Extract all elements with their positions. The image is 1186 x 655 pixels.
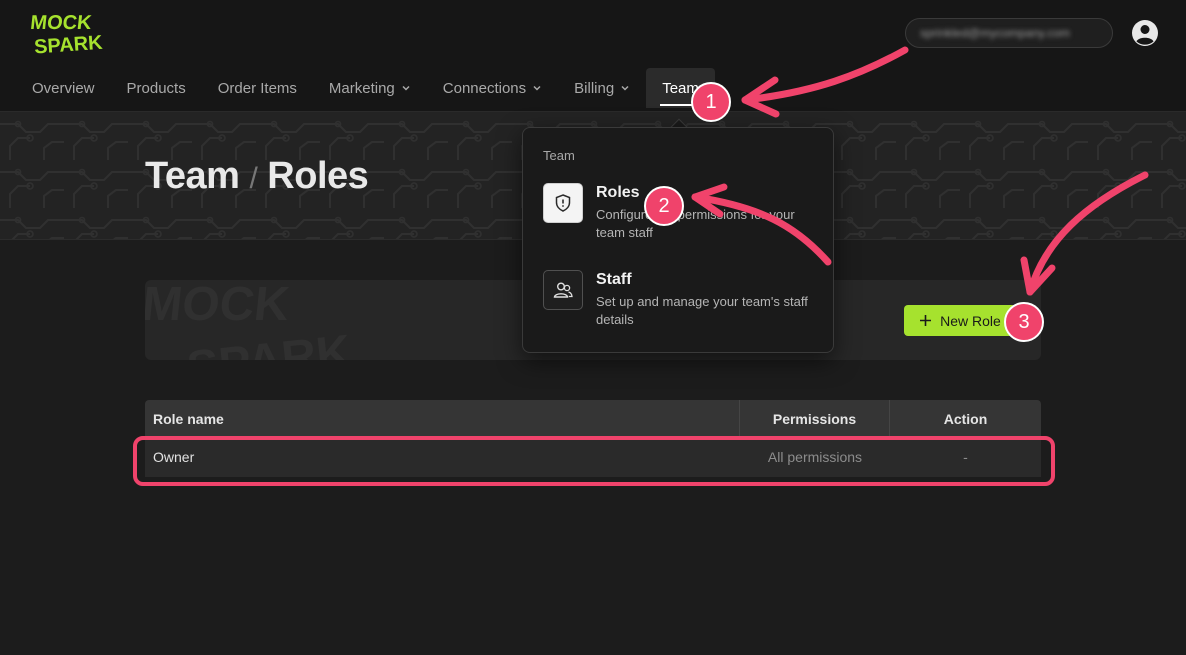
- account-selector[interactable]: sprinkled@mycompany.com: [905, 18, 1113, 48]
- nav-order-items[interactable]: Order Items: [202, 68, 313, 108]
- row-highlight-annotation: [133, 436, 1055, 486]
- logo-line-2: SPARK: [33, 32, 103, 56]
- users-icon: [543, 270, 583, 310]
- main-nav: Overview Products Order Items Marketing …: [16, 68, 715, 108]
- dropdown-item-roles[interactable]: Roles Configure the permissions for your…: [543, 183, 823, 242]
- plus-icon: [920, 315, 932, 326]
- column-header-permissions[interactable]: Permissions: [740, 400, 890, 437]
- nav-connections[interactable]: Connections: [427, 68, 558, 108]
- nav-products-label: Products: [126, 79, 186, 97]
- shield-icon: [543, 183, 583, 223]
- nav-products[interactable]: Products: [111, 68, 202, 108]
- brand-logo[interactable]: MOCK SPARK: [29, 8, 120, 58]
- nav-marketing-label: Marketing: [328, 79, 395, 97]
- chevron-down-icon: [621, 85, 629, 91]
- nav-overview[interactable]: Overview: [16, 68, 111, 108]
- table-header: Role name Permissions Action: [145, 400, 1041, 437]
- nav-billing-label: Billing: [574, 79, 615, 97]
- watermark-logo: MOCK SPARK: [145, 280, 354, 360]
- page-title: Team / Roles: [145, 155, 369, 198]
- new-role-label: New Role: [940, 312, 1001, 329]
- dropdown-item-roles-description: Configure the permissions for your team …: [596, 207, 795, 240]
- new-role-button[interactable]: New Role: [904, 305, 1016, 336]
- nav-connections-label: Connections: [442, 79, 527, 97]
- account-label: sprinkled@mycompany.com: [920, 26, 1071, 40]
- svg-text:MOCK: MOCK: [145, 280, 292, 331]
- column-header-role-name[interactable]: Role name: [145, 400, 740, 437]
- annotation-marker-2: 2: [644, 186, 684, 226]
- nav-marketing[interactable]: Marketing: [313, 68, 427, 108]
- nav-billing[interactable]: Billing: [558, 68, 646, 108]
- nav-order-items-label: Order Items: [217, 79, 297, 97]
- team-dropdown-menu: Team Roles Configure the permissions for…: [522, 127, 834, 353]
- breadcrumb-current: Roles: [267, 155, 369, 197]
- annotation-marker-3: 3: [1004, 302, 1044, 342]
- chevron-down-icon: [402, 85, 410, 91]
- logo-line-1: MOCK: [30, 12, 93, 34]
- dropdown-item-roles-title: Roles: [596, 184, 640, 201]
- top-bar: MOCK SPARK sprinkled@mycompany.com Overv…: [0, 0, 1186, 112]
- dropdown-item-staff-title: Staff: [596, 271, 632, 288]
- annotation-marker-1: 1: [691, 82, 731, 122]
- dropdown-heading: Team: [543, 148, 575, 163]
- breadcrumb-parent[interactable]: Team: [145, 155, 240, 198]
- column-header-action[interactable]: Action: [890, 400, 1041, 437]
- breadcrumb-separator: /: [249, 162, 258, 195]
- user-avatar-icon[interactable]: [1130, 18, 1160, 48]
- nav-overview-label: Overview: [32, 79, 95, 97]
- dropdown-item-staff-description: Set up and manage your team's staff deta…: [596, 294, 808, 327]
- chevron-down-icon: [533, 85, 541, 91]
- dropdown-item-staff[interactable]: Staff Set up and manage your team's staf…: [543, 270, 823, 329]
